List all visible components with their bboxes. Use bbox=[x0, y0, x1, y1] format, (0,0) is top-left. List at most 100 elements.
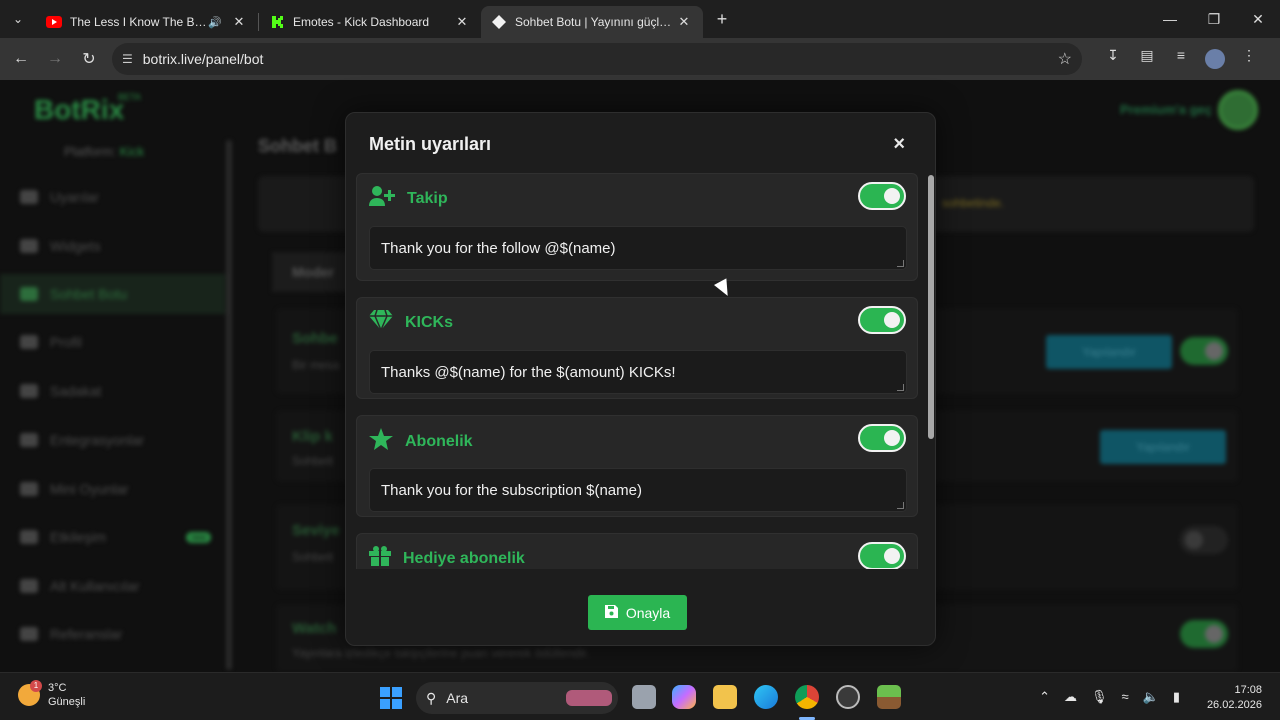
alert-card-kicks: KICKs Thanks @$(name) for the $(amount) … bbox=[356, 297, 918, 399]
edge-browser-icon[interactable] bbox=[754, 685, 778, 709]
tab-close-icon[interactable]: ✕ bbox=[675, 14, 693, 30]
premium-link[interactable]: Premium'a geç bbox=[1120, 102, 1212, 117]
tab-title: Emotes - Kick Dashboard bbox=[293, 15, 430, 29]
user-avatar[interactable] bbox=[1218, 90, 1258, 130]
page-title: Sohbet B bbox=[258, 136, 337, 156]
new-badge: new bbox=[186, 531, 211, 543]
toggle-switch[interactable] bbox=[1180, 526, 1228, 554]
gift-icon bbox=[369, 546, 403, 569]
battery-icon[interactable]: ▮ bbox=[1173, 689, 1180, 705]
alert-header: Hediye abonelik bbox=[369, 546, 525, 569]
clock[interactable]: 17:08 26.02.2026 bbox=[1207, 683, 1262, 713]
card-subtitle: Bir mesa bbox=[292, 358, 340, 372]
gem-icon bbox=[369, 309, 405, 335]
confirm-button[interactable]: Onayla bbox=[588, 595, 687, 630]
menu-dots-icon[interactable]: ⋮ bbox=[1232, 47, 1266, 72]
kicks-toggle[interactable] bbox=[858, 306, 906, 334]
sidebar-item-label: Uyarılar bbox=[50, 189, 100, 205]
tab-close-icon[interactable]: ✕ bbox=[453, 14, 471, 30]
chrome-browser-icon[interactable] bbox=[795, 685, 819, 709]
sidebar-item-label: Mini Oyunlar bbox=[50, 481, 129, 497]
cloud-icon[interactable]: ☁ bbox=[1064, 689, 1077, 705]
chevron-up-icon[interactable]: ⌃ bbox=[1039, 689, 1050, 705]
profile-avatar[interactable] bbox=[1198, 47, 1232, 72]
windows-start-icon[interactable] bbox=[380, 687, 402, 709]
sidebar-item-chat-bot[interactable]: Sohbet Botu bbox=[0, 274, 225, 314]
card-title: Sohbe bbox=[292, 330, 338, 347]
sidebar-item-mini-games[interactable]: Mini Oyunlar bbox=[0, 469, 225, 509]
sidebar-item-label: Etkileşim bbox=[50, 529, 107, 545]
puzzle-icon bbox=[20, 433, 38, 447]
obs-icon[interactable] bbox=[836, 685, 860, 709]
alert-card-gift-subscription: Hediye abonelik bbox=[356, 533, 918, 569]
toggle-switch[interactable] bbox=[1180, 337, 1228, 365]
sidebar-item-loyalty[interactable]: Sadakat bbox=[0, 371, 225, 411]
modal-scrollbar-thumb[interactable] bbox=[928, 175, 934, 439]
resize-handle[interactable] bbox=[897, 384, 904, 391]
toggle-switch[interactable] bbox=[1180, 620, 1228, 648]
translate-icon[interactable]: ▤ bbox=[1130, 47, 1164, 72]
browser-tab-botrix[interactable]: Sohbet Botu | Yayınını güçlendir ✕ bbox=[481, 6, 703, 38]
speaker-icon[interactable]: 🔊 bbox=[208, 16, 222, 29]
maximize-icon[interactable]: ❐ bbox=[1192, 0, 1236, 38]
alert-header: Takip bbox=[369, 186, 448, 211]
browser-tab-youtube[interactable]: The Less I Know The Better 🔊 ✕ bbox=[36, 6, 258, 38]
download-icon[interactable]: ↧ bbox=[1096, 47, 1130, 72]
configure-button[interactable]: Yapılandır bbox=[1046, 335, 1172, 369]
confirm-label: Onayla bbox=[625, 604, 671, 621]
sidebar-item-widgets[interactable]: Widgets bbox=[0, 226, 225, 266]
sidebar-item-label: Sohbet Botu bbox=[50, 286, 128, 302]
subscription-message-field[interactable]: Thank you for the subscription $(name) bbox=[369, 468, 907, 512]
address-bar[interactable]: ☰ botrix.live/panel/bot ☆ bbox=[112, 43, 1082, 75]
close-icon[interactable]: × bbox=[893, 133, 905, 156]
task-view-icon[interactable] bbox=[632, 685, 656, 709]
minimize-icon[interactable]: — bbox=[1148, 0, 1192, 38]
back-arrow-icon[interactable]: ← bbox=[4, 42, 38, 76]
file-explorer-icon[interactable] bbox=[713, 685, 737, 709]
sidebar-item-alerts[interactable]: Uyarılar bbox=[0, 177, 225, 217]
weather-text: 3°C Güneşli bbox=[48, 681, 85, 709]
sidebar-item-label: Sadakat bbox=[50, 383, 102, 399]
site-settings-icon[interactable]: ☰ bbox=[122, 52, 133, 66]
youtube-icon bbox=[46, 14, 62, 30]
subscription-toggle[interactable] bbox=[858, 424, 906, 452]
close-window-icon[interactable]: ✕ bbox=[1236, 0, 1280, 38]
sidebar-scrollbar[interactable] bbox=[226, 140, 232, 670]
card-title: Seviye bbox=[292, 522, 340, 539]
alert-name: Abonelik bbox=[405, 432, 473, 450]
weather-widget[interactable]: 1 3°C Güneşli bbox=[18, 680, 85, 709]
reload-icon[interactable]: ↻ bbox=[72, 42, 106, 76]
tab-search-chevron-icon[interactable]: ⌄ bbox=[0, 0, 36, 38]
wifi-icon[interactable]: ≈ bbox=[1122, 689, 1129, 705]
chat-cloud-icon bbox=[20, 287, 38, 301]
taskbar-search[interactable]: ⚲ Ara bbox=[416, 682, 618, 714]
forward-arrow-icon[interactable]: → bbox=[38, 42, 72, 76]
minecraft-icon[interactable] bbox=[877, 685, 901, 709]
sidebar-item-interaction[interactable]: Etkileşim new bbox=[0, 517, 225, 557]
follow-toggle[interactable] bbox=[858, 182, 906, 210]
resize-handle[interactable] bbox=[897, 260, 904, 267]
new-tab-plus-icon[interactable]: + bbox=[707, 9, 737, 30]
microphone-icon[interactable]: 🎙 bbox=[1091, 689, 1108, 705]
alert-text-value: Thank you for the subscription $(name) bbox=[381, 482, 642, 499]
sidebar-item-profile[interactable]: Profil bbox=[0, 322, 225, 362]
tab-close-icon[interactable]: ✕ bbox=[230, 14, 248, 30]
media-control-icon[interactable]: ≡ bbox=[1164, 47, 1198, 72]
brand-logo[interactable]: BotRix bbox=[34, 94, 124, 126]
sidebar-item-referrals[interactable]: Referanslar bbox=[0, 614, 225, 654]
gift-subscription-toggle[interactable] bbox=[858, 542, 906, 569]
sidebar-item-sub-users[interactable]: Alt Kullanıcılar bbox=[0, 566, 225, 606]
sidebar-item-integrations[interactable]: Entegrasyonlar bbox=[0, 420, 225, 460]
alert-name: Takip bbox=[407, 189, 448, 207]
search-label: Ara bbox=[446, 690, 469, 706]
profile-icon bbox=[20, 335, 38, 349]
resize-handle[interactable] bbox=[897, 502, 904, 509]
volume-icon[interactable]: 🔈 bbox=[1143, 689, 1159, 705]
copilot-icon[interactable] bbox=[672, 685, 696, 709]
info-text: sohbetinde. bbox=[941, 196, 1004, 210]
follow-message-field[interactable]: Thank you for the follow @$(name) bbox=[369, 226, 907, 270]
configure-button[interactable]: Yapılandır bbox=[1100, 430, 1226, 464]
browser-tab-kick[interactable]: Emotes - Kick Dashboard ✕ bbox=[259, 6, 481, 38]
bookmark-star-icon[interactable]: ☆ bbox=[1058, 49, 1072, 69]
kicks-message-field[interactable]: Thanks @$(name) for the $(amount) KICKs! bbox=[369, 350, 907, 394]
